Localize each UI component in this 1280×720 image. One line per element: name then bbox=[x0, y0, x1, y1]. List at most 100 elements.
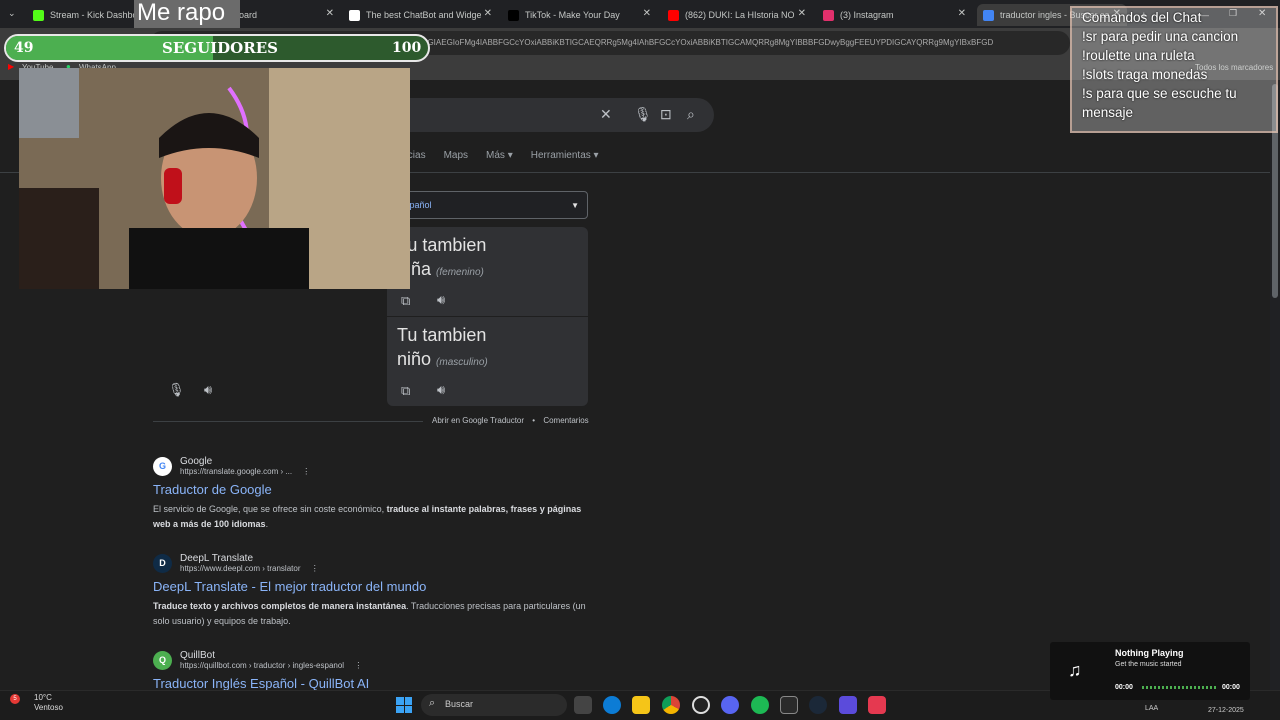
chat-command-line: !slots traga monedas bbox=[1082, 67, 1208, 82]
search-icon[interactable]: ⌕ bbox=[687, 106, 695, 123]
browser-tab[interactable]: The best ChatBot and Widgets ✕ bbox=[343, 4, 498, 26]
copy-icon[interactable]: ⧉ bbox=[401, 383, 410, 399]
divider bbox=[153, 421, 423, 422]
result-snippet: Traduce texto y archivos completos de ma… bbox=[153, 601, 586, 626]
edge-icon[interactable] bbox=[603, 696, 621, 714]
close-tab-icon[interactable]: ✕ bbox=[798, 8, 806, 19]
chat-commands-overlay: Comandos del Chat !sr para pedir una can… bbox=[1070, 6, 1278, 133]
result-url: https://www.deepl.com › translator ⋮ bbox=[180, 564, 319, 573]
tab-label: (862) DUKI: La HIstoria NO AUT bbox=[685, 10, 795, 20]
tab-favicon-icon bbox=[349, 9, 360, 21]
close-tab-icon[interactable]: ✕ bbox=[958, 8, 966, 19]
result-title-link[interactable]: DeepL Translate - El mejor traductor del… bbox=[153, 579, 593, 594]
speaker-icon[interactable]: 🔊︎ bbox=[437, 292, 445, 308]
chat-command-line: mensaje bbox=[1082, 105, 1134, 120]
translation-word: niño (masculino) bbox=[397, 349, 488, 369]
app-icon[interactable] bbox=[868, 696, 886, 714]
file-explorer-icon[interactable] bbox=[632, 696, 650, 714]
app-icon[interactable] bbox=[839, 696, 857, 714]
clear-icon[interactable]: ✕ bbox=[600, 106, 612, 123]
search-tabs: Noticias Maps Más ▾ Herramientas ▾ bbox=[390, 150, 599, 161]
youtube-icon: ▶ bbox=[8, 62, 15, 71]
tab-mas[interactable]: Más ▾ bbox=[486, 150, 513, 161]
windows-start-icon[interactable] bbox=[396, 697, 412, 713]
steam-icon[interactable] bbox=[809, 696, 827, 714]
language-select[interactable]: Español ▼ bbox=[388, 191, 588, 219]
stream-title-overlay: Me rapo bbox=[134, 0, 240, 28]
weather-temp: 10°C bbox=[34, 693, 52, 702]
result-site-name: Google bbox=[180, 456, 213, 467]
search-result: Q QuillBot https://quillbot.com › traduc… bbox=[153, 650, 593, 690]
copy-icon[interactable]: ⧉ bbox=[401, 293, 410, 309]
tab-favicon-icon bbox=[668, 9, 679, 21]
taskbar-search[interactable]: ⌕ Buscar bbox=[421, 694, 567, 716]
open-translator-link[interactable]: Abrir en Google Traductor bbox=[432, 416, 524, 425]
tab-herramientas[interactable]: Herramientas ▾ bbox=[531, 150, 599, 161]
tab-label: The best ChatBot and Widgets bbox=[366, 10, 481, 20]
translation-word: niña (femenino) bbox=[397, 259, 484, 279]
music-progress bbox=[1142, 686, 1217, 689]
translation-line: Tu tambien bbox=[397, 325, 487, 345]
dropdown-arrow-icon: ▼ bbox=[571, 201, 579, 210]
discord-icon[interactable] bbox=[721, 696, 739, 714]
result-title-link[interactable]: Traductor de Google bbox=[153, 482, 593, 497]
result-url: https://quillbot.com › traductor › ingle… bbox=[180, 661, 363, 670]
notification-badge: 5 bbox=[10, 694, 20, 704]
follower-count: 49 bbox=[14, 40, 34, 56]
tab-favicon-icon bbox=[33, 9, 44, 21]
result-site-name: QuillBot bbox=[180, 650, 216, 661]
search-result: G Google https://translate.google.com › … bbox=[153, 456, 593, 532]
epic-games-icon[interactable] bbox=[780, 696, 798, 714]
quillbot-logo-icon: Q bbox=[153, 650, 172, 670]
follower-label: SEGUIDORES bbox=[162, 39, 278, 57]
music-time-start: 00:00 bbox=[1115, 684, 1133, 691]
speaker-icon[interactable]: 🔊︎ bbox=[437, 382, 445, 398]
microphone-icon[interactable]: 🎙︎ bbox=[168, 382, 185, 398]
task-view-icon[interactable] bbox=[574, 696, 592, 714]
music-time-end: 00:00 bbox=[1222, 684, 1240, 691]
tab-maps[interactable]: Maps bbox=[444, 150, 468, 161]
result-title-link[interactable]: Traductor Inglés Español - QuillBot AI bbox=[153, 676, 593, 690]
translation-card-1: Tu tambien niña (femenino) ⧉ 🔊︎ bbox=[387, 227, 588, 316]
tab-label: TikTok - Make Your Day bbox=[525, 10, 620, 20]
deepl-logo-icon: D bbox=[153, 553, 172, 573]
browser-tab[interactable]: TikTok - Make Your Day ✕ bbox=[502, 4, 657, 26]
music-subtitle: Get the music started bbox=[1115, 661, 1182, 668]
tab-favicon-icon bbox=[823, 9, 834, 21]
browser-tab[interactable]: (3) Instagram ✕ bbox=[817, 4, 972, 26]
browser-tab[interactable]: (862) DUKI: La HIstoria NO AUT✕ bbox=[662, 4, 812, 26]
close-tab-icon[interactable]: ✕ bbox=[643, 8, 651, 19]
music-title: Nothing Playing bbox=[1115, 648, 1184, 658]
result-url: https://translate.google.com › ... ⋮ bbox=[180, 467, 311, 476]
chrome-icon[interactable] bbox=[662, 696, 680, 714]
close-tab-icon[interactable]: ✕ bbox=[484, 8, 492, 19]
search-icon: ⌕ bbox=[429, 697, 436, 709]
chat-command-line: !s para que se escuche tu bbox=[1082, 86, 1237, 101]
chat-command-line: !sr para pedir una cancion bbox=[1082, 29, 1239, 44]
chat-command-line: !roulette una ruleta bbox=[1082, 48, 1195, 63]
translation-line: Tu tambien bbox=[397, 235, 487, 255]
close-tab-icon[interactable]: ✕ bbox=[326, 8, 334, 19]
follower-goal: 100 bbox=[392, 40, 422, 56]
result-snippet: El servicio de Google, que se ofrece sin… bbox=[153, 504, 582, 529]
tab-favicon-icon bbox=[508, 9, 519, 21]
tab-label: (3) Instagram bbox=[840, 10, 894, 20]
voice-search-icon[interactable]: 🎙︎ bbox=[634, 106, 652, 123]
search-result: D DeepL Translate https://www.deepl.com … bbox=[153, 553, 593, 629]
tab-favicon-icon bbox=[983, 9, 994, 21]
weather-desc: Ventoso bbox=[34, 703, 63, 712]
webcam-feed bbox=[19, 68, 410, 289]
result-site-name: DeepL Translate bbox=[180, 553, 254, 564]
speaker-icon[interactable]: 🔊︎ bbox=[204, 382, 212, 398]
weather-widget[interactable]: 5 10°C Ventoso bbox=[10, 693, 63, 713]
spotify-icon[interactable] bbox=[751, 696, 769, 714]
lens-icon[interactable]: ⊡ bbox=[660, 106, 672, 123]
translator-footer: Abrir en Google Traductor • Comentarios bbox=[432, 416, 589, 425]
chat-command-line: Comandos del Chat bbox=[1082, 10, 1202, 25]
translation-card-2: Tu tambien niño (masculino) ⧉ 🔊︎ bbox=[387, 317, 588, 406]
comments-link[interactable]: Comentarios bbox=[543, 416, 588, 425]
music-note-icon: ♫ bbox=[1068, 660, 1082, 680]
obs-icon[interactable] bbox=[692, 696, 710, 714]
tab-search-chevron-icon[interactable]: ⌄ bbox=[8, 8, 16, 19]
google-logo-icon: G bbox=[153, 456, 172, 476]
